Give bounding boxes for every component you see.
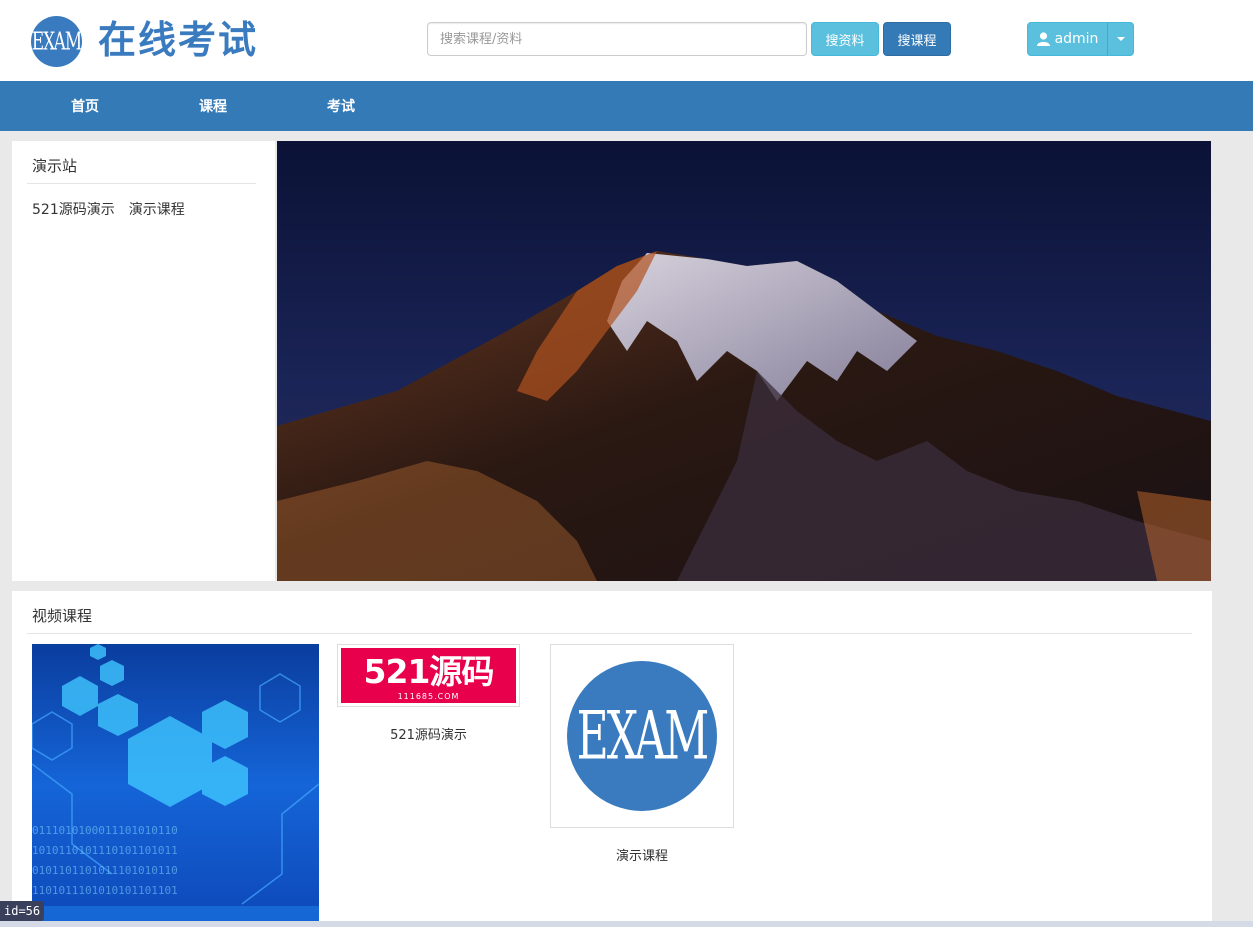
main-nav: 首页 课程 考试 xyxy=(0,81,1253,131)
debug-id-tag: id=56 xyxy=(0,901,45,921)
logo-text: EXAM xyxy=(31,27,82,56)
divider xyxy=(27,183,256,184)
site-title[interactable]: 在线考试 xyxy=(98,17,258,63)
course-card-tech[interactable]: 0111010100011101010110 10101101011101011… xyxy=(32,644,319,927)
course-card-demo[interactable]: EXAM xyxy=(550,644,734,828)
svg-text:0111010100011101010110: 0111010100011101010110 xyxy=(32,824,178,837)
search-materials-button[interactable]: 搜资料 xyxy=(811,22,879,56)
demo-link-521[interactable]: 521源码演示 xyxy=(32,199,115,219)
search-input[interactable] xyxy=(427,22,807,56)
exam-logo-image: EXAM xyxy=(567,661,717,811)
caret-down-icon xyxy=(1116,37,1125,41)
divider xyxy=(27,633,1192,634)
video-courses-title: 视频课程 xyxy=(27,605,117,634)
header: EXAM 在线考试 搜资料 搜课程 admin xyxy=(0,0,1253,81)
demo-site-panel: 演示站 521源码演示 演示课程 xyxy=(12,141,275,581)
bottom-scrollbar[interactable] xyxy=(0,921,1253,927)
svg-text:1101011101010101101101: 1101011101010101101101 xyxy=(32,884,178,897)
nav-courses[interactable]: 课程 xyxy=(163,81,263,131)
user-name: admin xyxy=(1054,31,1099,47)
logo[interactable]: EXAM xyxy=(31,16,82,67)
demo-link-course[interactable]: 演示课程 xyxy=(129,199,185,219)
svg-text:0101101101011101010110: 0101101101011101010110 xyxy=(32,864,178,877)
521-logo-image: 521源码 111685.COM xyxy=(341,648,516,703)
demo-site-links: 521源码演示 演示课程 xyxy=(32,199,185,219)
svg-text:1010110101110101101011: 1010110101110101101011 xyxy=(32,844,178,857)
user-menu-button[interactable]: admin xyxy=(1027,22,1108,56)
521-logo-subtext: 111685.COM xyxy=(397,692,460,701)
user-icon xyxy=(1036,32,1050,46)
nav-home[interactable]: 首页 xyxy=(35,81,135,131)
user-dropdown-toggle[interactable] xyxy=(1107,22,1134,56)
search-courses-button[interactable]: 搜课程 xyxy=(883,22,951,56)
mountain-banner-image xyxy=(277,141,1211,581)
521-logo-text: 521源码 xyxy=(363,651,495,691)
tech-hexagon-image: 0111010100011101010110 10101101011101011… xyxy=(32,644,319,927)
course-name-521[interactable]: 521源码演示 xyxy=(337,724,520,743)
video-courses-panel: 视频课程 0111010100011101010110 101011010111… xyxy=(12,591,1212,927)
demo-site-title: 演示站 xyxy=(27,155,117,184)
course-card-521[interactable]: 521源码 111685.COM xyxy=(337,644,520,707)
course-name-demo[interactable]: 演示课程 xyxy=(550,845,734,864)
nav-exams[interactable]: 考试 xyxy=(291,81,391,131)
exam-logo-text: EXAM xyxy=(576,697,710,775)
banner-image[interactable] xyxy=(277,141,1211,581)
